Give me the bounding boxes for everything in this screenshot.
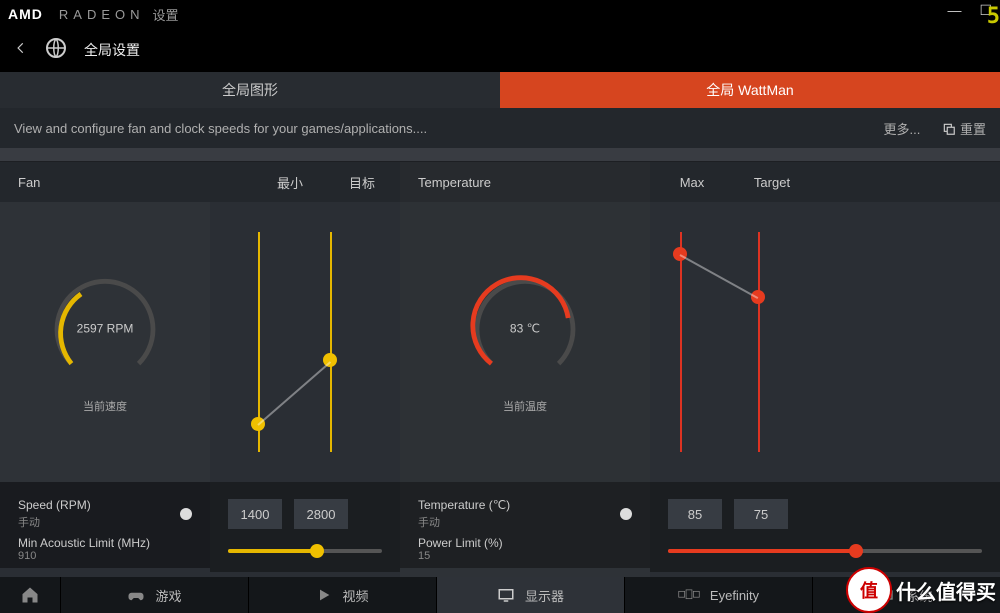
tab-global-wattman[interactable]: 全局 WattMan	[500, 72, 1000, 108]
tab-global-graphics[interactable]: 全局图形	[0, 72, 500, 108]
reset-button[interactable]: 重置	[942, 119, 986, 138]
navbar: 全局设置	[0, 28, 1000, 72]
fan-min-value[interactable]: 1400	[228, 499, 282, 529]
fan-min-header: 最小	[270, 173, 310, 192]
amd-logo: AMD	[8, 6, 43, 22]
fan-header: Fan	[0, 162, 210, 202]
multi-monitor-icon	[678, 588, 700, 602]
monitor-icon	[497, 586, 515, 604]
temp-current-label: 当前温度	[503, 398, 547, 414]
titlebar: AMD RADEON 设置 — ☐	[0, 0, 1000, 28]
power-limit-value: 15	[418, 550, 430, 562]
fan-gauge: 2597 RPM	[45, 270, 165, 390]
radeon-text: RADEON	[59, 7, 145, 22]
gamepad-icon	[127, 586, 145, 604]
fan-vertical-sliders[interactable]	[210, 222, 400, 462]
power-limit-slider[interactable]	[668, 536, 982, 566]
temp-vertical-sliders[interactable]	[650, 222, 1000, 462]
temp-sliders-column: Max Target 85 75	[650, 162, 1000, 579]
speed-mode: 手动	[18, 514, 91, 530]
main-panel: Fan 2597 RPM 当前速度 Speed (RPM) 手动 Min	[0, 162, 1000, 579]
temperature-c-label: Temperature (℃)	[418, 498, 510, 512]
temp-max-header: Max	[672, 175, 712, 190]
temp-value: 83 ℃	[510, 322, 540, 336]
fan-speed-toggle[interactable]	[180, 508, 192, 520]
temp-mode: 手动	[418, 514, 510, 530]
window-controls: — ☐	[947, 2, 992, 19]
watermark-text: 什么值得买	[896, 576, 1000, 605]
partial-row	[0, 148, 1000, 162]
subheader-description: View and configure fan and clock speeds …	[14, 121, 427, 136]
nav-eyefinity[interactable]: Eyefinity	[624, 577, 812, 613]
minimize-button[interactable]: —	[947, 2, 961, 19]
back-icon[interactable]	[14, 41, 28, 60]
watermark: 值 什么值得买	[846, 567, 1000, 613]
titlebar-settings: 设置	[153, 5, 179, 24]
fan-current-label: 当前速度	[83, 398, 127, 414]
tabs: 全局图形 全局 WattMan	[0, 72, 1000, 108]
nav-title: 全局设置	[84, 40, 140, 60]
nav-video[interactable]: 视频	[248, 577, 436, 613]
more-button[interactable]: 更多...	[884, 119, 921, 138]
nav-games[interactable]: 游戏	[60, 577, 248, 613]
fps-overlay: 5	[987, 4, 1000, 29]
temp-gauge: 83 ℃	[465, 270, 585, 390]
fan-sliders-column: 最小 目标 1400 2800	[210, 162, 400, 579]
watermark-badge: 值	[846, 567, 892, 613]
globe-icon	[44, 36, 68, 65]
temp-header: Temperature	[418, 175, 491, 190]
fan-rpm-value: 2597 RPM	[77, 322, 134, 336]
temp-gauge-column: Temperature 83 ℃ 当前温度 Temperature (℃) 手动	[400, 162, 650, 579]
speed-rpm-label: Speed (RPM)	[18, 498, 91, 512]
temp-max-value[interactable]: 85	[668, 499, 722, 529]
home-button[interactable]	[0, 577, 60, 613]
subheader: View and configure fan and clock speeds …	[0, 108, 1000, 148]
temp-target-value[interactable]: 75	[734, 499, 788, 529]
fan-gauge-column: Fan 2597 RPM 当前速度 Speed (RPM) 手动 Min	[0, 162, 210, 579]
fan-target-value[interactable]: 2800	[294, 499, 348, 529]
acoustic-slider[interactable]	[228, 536, 382, 566]
temp-toggle[interactable]	[620, 508, 632, 520]
fan-target-header: 目标	[342, 173, 382, 192]
temp-target-header: Target	[752, 175, 792, 190]
acoustic-label: Min Acoustic Limit (MHz)	[18, 536, 150, 550]
acoustic-value: 910	[18, 550, 36, 562]
power-limit-label: Power Limit (%)	[418, 536, 503, 550]
nav-display[interactable]: 显示器	[436, 577, 624, 613]
play-icon	[316, 587, 332, 603]
